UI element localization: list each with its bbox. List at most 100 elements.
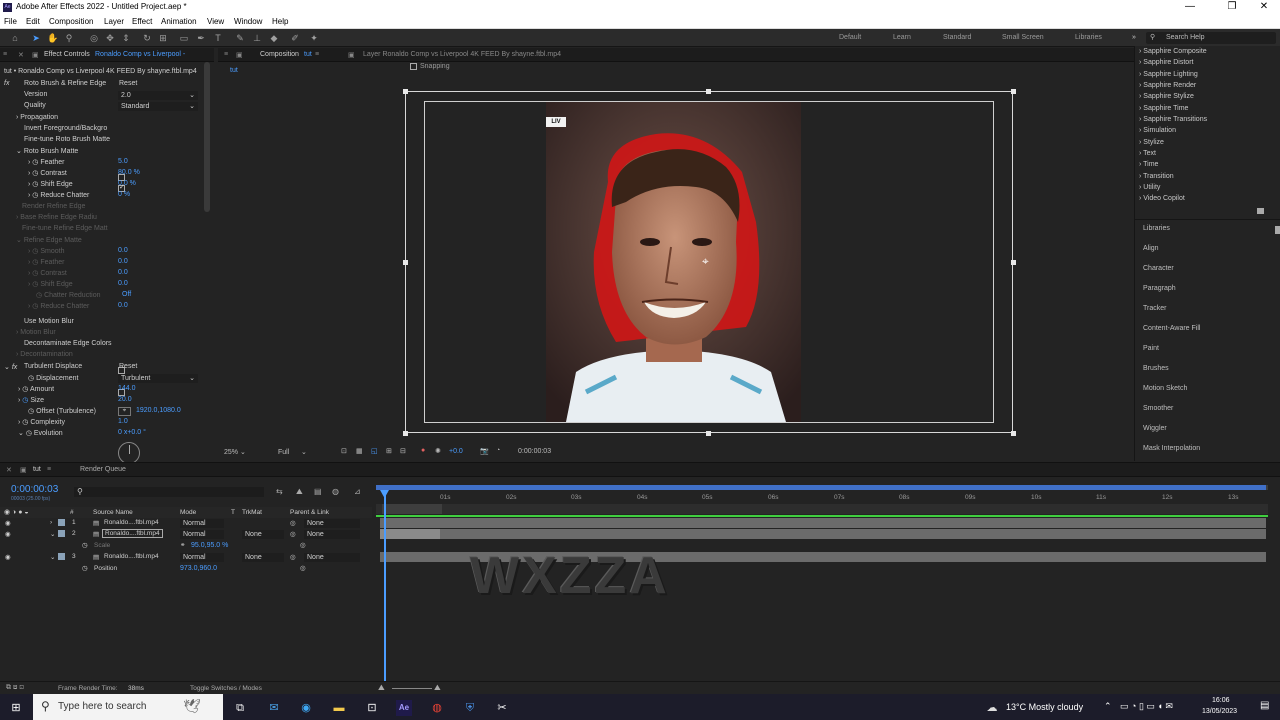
effect-category-item[interactable]: › Sapphire Render	[1139, 82, 1196, 89]
pickwhip-icon[interactable]: ◎	[290, 530, 296, 538]
shift-edge-value[interactable]: 0.0 %	[118, 180, 136, 187]
tray-chevron-icon[interactable]: ⌃	[1104, 701, 1112, 712]
feather-value[interactable]: 5.0	[118, 158, 128, 165]
stopwatch-icon[interactable]: ◷	[26, 430, 32, 437]
eraser-tool-icon[interactable]: ◆	[268, 32, 280, 44]
parent-dropdown[interactable]: None	[304, 519, 360, 528]
stopwatch-icon[interactable]: ◷	[22, 397, 28, 404]
transform-handle[interactable]	[1011, 89, 1016, 94]
graph-editor-icon[interactable]: ⊿	[354, 487, 361, 496]
evolution-value[interactable]: 0 x+0.0 °	[118, 429, 146, 436]
effect-category-item[interactable]: › Sapphire Distort	[1139, 59, 1193, 66]
menu-edit[interactable]: Edit	[26, 17, 40, 26]
effect-category-item[interactable]: › Simulation	[1139, 127, 1176, 134]
clone-stamp-icon[interactable]: ⊥	[251, 32, 263, 44]
trkmat-dropdown[interactable]: None	[242, 553, 284, 562]
stopwatch-icon[interactable]: ◷	[32, 159, 38, 166]
roto-reset-button[interactable]: Reset	[119, 80, 137, 91]
transform-handle[interactable]	[403, 89, 408, 94]
menu-view[interactable]: View	[207, 17, 224, 26]
channels-icon[interactable]: ●	[421, 447, 425, 454]
mail-icon[interactable]: ✉	[266, 700, 282, 716]
zoom-slider[interactable]	[392, 688, 432, 689]
transform-handle[interactable]	[1011, 431, 1016, 436]
tray-icons[interactable]: ▭ ◔ ▯ ▭ ◖ ✉	[1120, 701, 1173, 712]
selection-tool-icon[interactable]: ➤	[30, 32, 42, 44]
stopwatch-icon[interactable]: ◷	[82, 564, 88, 572]
quality-dropdown[interactable]: Standard ⌄	[118, 102, 198, 111]
effect-category-item[interactable]: › Transition	[1139, 173, 1174, 180]
menu-animation[interactable]: Animation	[161, 17, 197, 26]
frame-blending-icon[interactable]: ◍	[332, 487, 339, 496]
task-view-icon[interactable]: ⧉	[232, 700, 248, 716]
panel-paint[interactable]: Paint	[1143, 345, 1159, 352]
panel-motion-sketch[interactable]: Motion Sketch	[1143, 385, 1187, 392]
table-row[interactable]: ◉ › 1 ▤ Ronaldo....ftbl.mp4 Normal ◎ Non…	[0, 518, 372, 529]
layer-bar[interactable]	[380, 529, 1266, 539]
col-source[interactable]: Source Name	[93, 509, 133, 516]
notification-icon[interactable]: ▤	[1260, 700, 1269, 711]
roto-brush-icon[interactable]: ✐	[289, 32, 301, 44]
layer-name[interactable]: Ronaldo....ftbl.mp4	[104, 519, 159, 526]
rectangle-tool-icon[interactable]: ▭	[178, 32, 190, 44]
panel-align[interactable]: Align	[1143, 245, 1159, 252]
turbulent-reset-button[interactable]: Reset	[119, 363, 137, 374]
menu-window[interactable]: Window	[234, 17, 262, 26]
menu-file[interactable]: File	[4, 17, 17, 26]
windows-start-icon[interactable]: ⊞	[8, 700, 24, 716]
stopwatch-icon[interactable]: ◷	[32, 181, 38, 188]
time-ruler[interactable]	[376, 504, 1268, 514]
home-icon[interactable]: ⌂	[9, 32, 21, 44]
grid-icon[interactable]: ⊟	[400, 447, 406, 455]
transform-handle[interactable]	[1011, 260, 1016, 265]
tab-tut[interactable]: tut	[33, 466, 41, 473]
close-tab-icon[interactable]: ✕	[18, 51, 24, 59]
panel-scrollbar[interactable]	[1275, 226, 1280, 234]
panel-menu-icon[interactable]: ≡	[315, 51, 319, 58]
panel-smoother[interactable]: Smoother	[1143, 405, 1173, 412]
transform-handle[interactable]	[706, 89, 711, 94]
label-color-swatch[interactable]	[58, 530, 65, 537]
tab-composition[interactable]: Composition	[260, 51, 299, 58]
chevron-down-icon[interactable]: ⌄	[50, 553, 55, 561]
evolution-dial[interactable]	[118, 442, 140, 464]
eye-icon[interactable]: ◉	[5, 553, 11, 561]
tab-render-queue[interactable]: Render Queue	[80, 466, 126, 473]
effect-category-item[interactable]: › Text	[1139, 150, 1156, 157]
vpn-shield-icon[interactable]: ⛨	[462, 700, 478, 716]
displacement-dropdown[interactable]: Turbulent ⌄	[118, 374, 198, 383]
store-icon[interactable]: ⊡	[364, 700, 380, 716]
layer-panel-icon[interactable]: ▣	[348, 51, 355, 59]
workspace-standard[interactable]: Standard	[943, 34, 971, 41]
anchor-point-icon[interactable]: ⌖	[702, 254, 709, 269]
panel-mask-interpolation[interactable]: Mask Interpolation	[1143, 445, 1200, 452]
version-dropdown[interactable]: 2.0 ⌄	[118, 91, 198, 100]
show-snapshot-icon[interactable]: ◔	[496, 447, 500, 454]
pickwhip-icon[interactable]: ◎	[300, 564, 306, 572]
mode-dropdown[interactable]: Normal	[180, 530, 224, 539]
pickwhip-icon[interactable]: ◎	[300, 541, 306, 549]
panel-menu-icon[interactable]: ≡	[224, 51, 228, 58]
menu-layer[interactable]: Layer	[104, 17, 124, 26]
transparency-grid-icon[interactable]: ▦	[356, 447, 363, 455]
reduce-chatter-value[interactable]: 0 %	[118, 191, 130, 198]
close-tab-icon[interactable]: ✕	[6, 466, 12, 474]
panel-menu-icon[interactable]: ≡	[47, 466, 51, 473]
effect-category-item[interactable]: › Sapphire Transitions	[1139, 116, 1207, 123]
menu-composition[interactable]: Composition	[49, 17, 93, 26]
hand-tool-icon[interactable]: ✋	[47, 32, 59, 44]
propagation-group[interactable]: › Propagation	[16, 114, 58, 125]
contrast-value[interactable]: 80.0 %	[118, 169, 140, 176]
effect-category-item[interactable]: › Sapphire Time	[1139, 105, 1188, 112]
workspace-default[interactable]: Default	[839, 34, 861, 41]
layer-name[interactable]: Ronaldo....ftbl.mp4	[102, 529, 163, 538]
stopwatch-icon[interactable]: ◷	[82, 541, 88, 549]
transform-handle[interactable]	[706, 431, 711, 436]
puppet-pin-icon[interactable]: ✦	[308, 32, 320, 44]
capcut-icon[interactable]: ✂	[494, 700, 510, 716]
workspace-learn[interactable]: Learn	[893, 34, 911, 41]
effect-category-item[interactable]: › Stylize	[1139, 139, 1164, 146]
stopwatch-icon[interactable]: ◷	[22, 419, 28, 426]
complexity-value[interactable]: 1.0	[118, 418, 128, 425]
pickwhip-icon[interactable]: ◎	[290, 519, 296, 527]
